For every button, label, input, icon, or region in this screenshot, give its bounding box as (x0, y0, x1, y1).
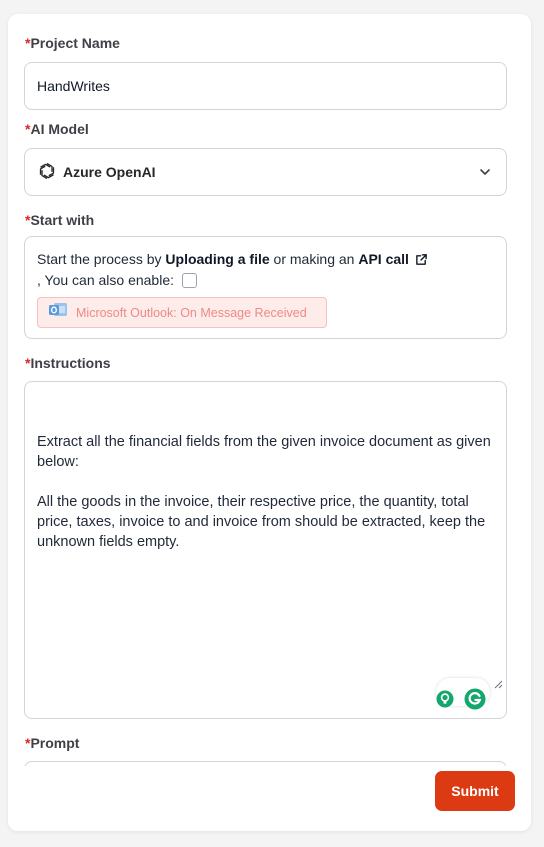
ai-model-label: *AI Model (25, 121, 89, 137)
start-with-label-text: Start with (30, 212, 95, 228)
outlook-trigger-text: Microsoft Outlook: On Message Received (76, 305, 307, 320)
chevron-down-icon (478, 165, 492, 182)
outlook-trigger-chip: Microsoft Outlook: On Message Received (37, 297, 327, 328)
ai-model-label-text: AI Model (30, 121, 89, 137)
upload-file-link[interactable]: Uploading a file (165, 249, 269, 269)
resize-handle-icon[interactable] (470, 655, 503, 715)
instructions-text: Extract all the financial fields from th… (37, 434, 491, 550)
prompt-label-text: Prompt (30, 735, 80, 751)
start-with-label: *Start with (25, 212, 94, 228)
project-name-input[interactable]: HandWrites (24, 62, 507, 110)
prompt-label: *Prompt (25, 735, 79, 751)
lightbulb-icon (436, 650, 460, 734)
project-name-value: HandWrites (37, 78, 110, 94)
project-form-card: *Project Name HandWrites *AI Model Azure… (8, 14, 531, 831)
openai-logo-icon (37, 161, 57, 184)
instructions-label: *Instructions (25, 355, 111, 371)
start-text-middle: or making an (269, 251, 359, 267)
instructions-textarea[interactable]: Extract all the financial fields from th… (24, 381, 507, 719)
api-call-link[interactable]: API call (358, 249, 409, 269)
external-link-icon[interactable] (415, 253, 428, 266)
ai-model-value: Azure OpenAI (63, 164, 156, 180)
project-name-label: *Project Name (25, 35, 120, 51)
outlook-enable-checkbox[interactable] (182, 272, 198, 288)
outlook-icon (48, 301, 68, 325)
start-with-box: Start the process by Uploading a file or… (24, 236, 507, 339)
instructions-label-text: Instructions (30, 355, 111, 371)
submit-button[interactable]: Submit (435, 771, 515, 811)
enable-text: , You can also enable: (37, 272, 175, 288)
project-name-label-text: Project Name (30, 35, 120, 51)
start-text-before: Start the process by (37, 251, 166, 267)
ai-model-select[interactable]: Azure OpenAI (24, 148, 507, 196)
